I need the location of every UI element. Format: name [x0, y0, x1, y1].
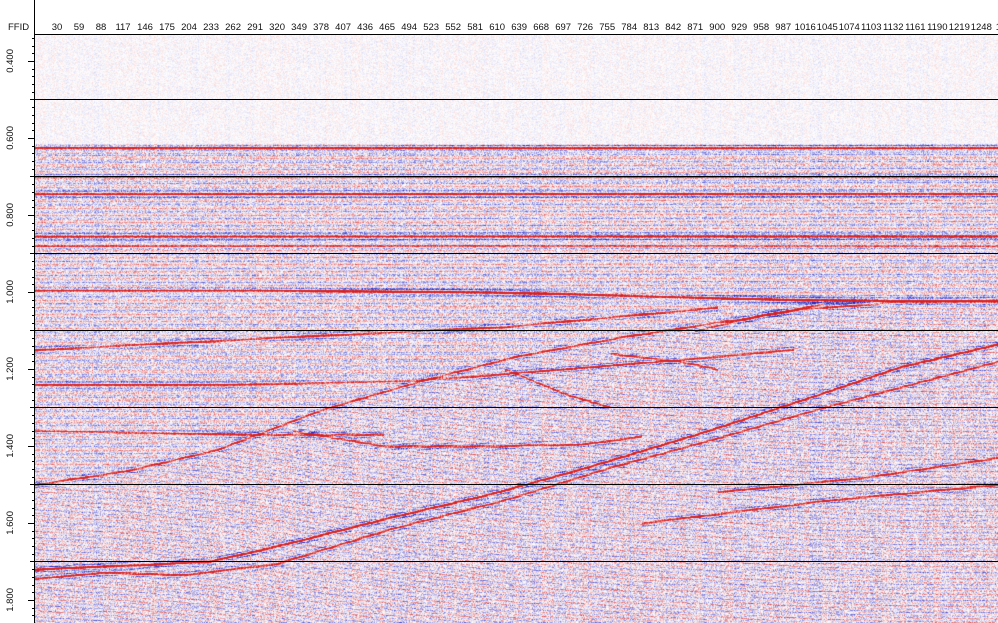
- x-tick-label: 610: [489, 22, 505, 33]
- seismic-section-axes: FFID 30 59 88 117 146 175 204 233 262 291 320 349 37…: [5, 0, 998, 623]
- x-tick-label: 262: [225, 22, 241, 33]
- x-tick-label: 697: [555, 22, 571, 33]
- x-tick-label: 552: [445, 22, 461, 33]
- x-tick-label: 639: [511, 22, 527, 33]
- x-axis-ticks: 30 59 88 117 146 175 204 233 262 291 320 349 378 407 4…: [52, 22, 998, 33]
- x-tick-label: 349: [291, 22, 307, 33]
- y-tick-label: 0.400: [5, 49, 16, 73]
- timing-lines: [35, 99, 998, 562]
- x-tick-label: 233: [203, 22, 219, 33]
- x-tick-label: 88: [96, 22, 107, 33]
- x-tick-label: 59: [74, 22, 85, 33]
- x-tick-label: 465: [379, 22, 395, 33]
- x-tick-label: 668: [533, 22, 549, 33]
- x-tick-label: 436: [357, 22, 373, 33]
- x-tick-label: 929: [731, 22, 747, 33]
- x-tick-label: 30: [52, 22, 63, 33]
- x-tick-label: 1074: [839, 22, 860, 33]
- x-tick-label: 581: [467, 22, 483, 33]
- y-tick-label: 0.600: [5, 126, 16, 150]
- x-tick-label: 291: [247, 22, 263, 33]
- x-axis-title: FFID: [8, 22, 29, 33]
- x-tick-label: 813: [643, 22, 659, 33]
- x-tick-label: 784: [621, 22, 637, 33]
- x-tick-label: 146: [137, 22, 153, 33]
- y-tick-label: 1.800: [5, 588, 16, 612]
- x-tick-label: 1190: [927, 22, 947, 33]
- seismic-section-viewer: FFID 30 59 88 117 146 175 204 233 262 291 320 349 37…: [0, 0, 998, 623]
- x-tick-label: 175: [159, 22, 175, 33]
- y-tick-label: 1.600: [5, 511, 16, 535]
- x-tick-label: 842: [665, 22, 681, 33]
- x-tick-label: 1103: [861, 22, 881, 33]
- x-tick-label: 523: [423, 22, 439, 33]
- x-tick-label: 204: [181, 22, 197, 33]
- x-tick-label: 117: [115, 22, 130, 33]
- x-tick-label: 871: [687, 22, 703, 33]
- x-tick-label: 900: [709, 22, 725, 33]
- x-tick-label: 1045: [817, 22, 838, 33]
- x-tick-label: 1132: [883, 22, 903, 33]
- x-tick-label: 320: [269, 22, 285, 33]
- x-tick-label: 958: [753, 22, 769, 33]
- x-tick-label: 755: [599, 22, 615, 33]
- x-tick-label: 407: [335, 22, 351, 33]
- x-tick-label: 1016: [795, 22, 816, 33]
- y-tick-label: 1.200: [5, 357, 16, 381]
- x-tick-label: 1248: [971, 22, 992, 33]
- y-tick-label: 1.000: [5, 280, 16, 304]
- y-tick-label: 1.400: [5, 434, 16, 458]
- x-tick-label: 494: [401, 22, 417, 33]
- y-axis-ticks: 0.400 0.600 0.800 1.000 1.200 1.400 1.600 1.800: [5, 38, 34, 616]
- x-tick-label: 1219: [949, 22, 970, 33]
- x-tick-label: 726: [577, 22, 593, 33]
- y-tick-label: 0.800: [5, 203, 16, 227]
- x-tick-label: 378: [313, 22, 329, 33]
- x-tick-label: 987: [775, 22, 791, 33]
- x-tick-label: 1161: [905, 22, 925, 33]
